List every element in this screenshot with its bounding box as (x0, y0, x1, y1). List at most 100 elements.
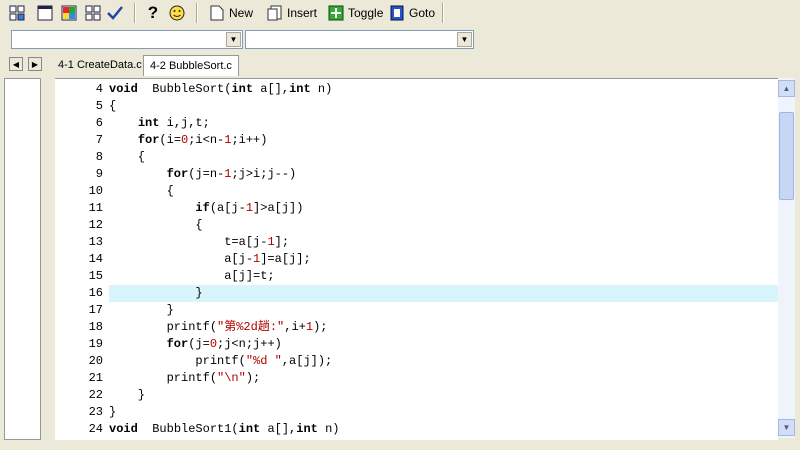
code-line[interactable]: 4 void BubbleSort(int a[],int n) (55, 81, 778, 98)
code-text: { (109, 218, 203, 232)
code-text: a[j-1]=a[j]; (109, 252, 311, 266)
code-editor[interactable]: 4 void BubbleSort(int a[],int n) 5{6 int i… (55, 78, 778, 440)
code-line[interactable]: 16 } (55, 285, 778, 302)
colored-grid-icon (60, 4, 78, 22)
tab-createdata[interactable]: 4-1 CreateData.c (52, 55, 148, 75)
help-icon: ? (147, 3, 159, 22)
scroll-down-button[interactable]: ▼ (778, 419, 795, 436)
code-line[interactable]: 8 { (55, 149, 778, 166)
code-line[interactable]: 19 for(j=0;j<n;j++) (55, 336, 778, 353)
code-text: t=a[j-1]; (109, 235, 290, 249)
grid-view-button[interactable] (8, 2, 26, 24)
check-button[interactable] (106, 2, 124, 24)
line-number: 23 (88, 405, 103, 419)
code-text: } (109, 405, 117, 419)
window-button[interactable] (36, 2, 54, 24)
goto-icon (388, 4, 406, 22)
code-text: a[j]=t; (109, 269, 275, 283)
line-number: 17 (88, 303, 103, 317)
check-icon (106, 4, 124, 22)
toggle-label: Toggle (348, 6, 384, 20)
insert-icon (266, 4, 284, 22)
code-line[interactable]: 13 t=a[j-1]; (55, 234, 778, 251)
code-line[interactable]: 18 printf("第%2d趟:",i+1); (55, 319, 778, 336)
tile-icon (84, 4, 102, 22)
grid-icon (8, 4, 26, 22)
tab-label: 4-1 CreateData.c (58, 59, 142, 71)
code-text: } (109, 388, 146, 402)
left-panel (4, 78, 41, 440)
code-line[interactable]: 7 for(i=0;i<n-1;i++) (55, 132, 778, 149)
code-line[interactable]: 14 a[j-1]=a[j]; (55, 251, 778, 268)
function-select[interactable]: ▼ (245, 30, 474, 49)
tile-button[interactable] (84, 2, 102, 24)
code-text: void BubbleSort(int a[],int n) (109, 82, 333, 96)
line-number: 21 (88, 371, 103, 385)
line-number: 20 (88, 354, 103, 368)
code-line[interactable]: 12 { (55, 217, 778, 234)
tab-next-button[interactable]: ▶ (28, 57, 42, 71)
code-text: for(j=0;j<n;j++) (166, 337, 282, 351)
line-number: 22 (88, 388, 103, 402)
code-line[interactable]: 20 printf("%d ",a[j]); (55, 353, 778, 370)
line-number: 6 (95, 116, 103, 130)
new-label: New (229, 6, 254, 20)
new-button[interactable]: New (208, 2, 253, 24)
code-line[interactable]: 22 } (55, 387, 778, 404)
line-number: 7 (95, 133, 103, 147)
goto-label: Goto (409, 6, 436, 20)
line-number: 8 (95, 150, 103, 164)
code-text: int i,j,t; (137, 116, 210, 130)
vertical-scrollbar[interactable]: ▲ ▼ (778, 78, 795, 438)
scroll-up-button[interactable]: ▲ (778, 80, 795, 97)
colored-grid-button[interactable] (60, 2, 78, 24)
code-line[interactable]: 6 int i,j,t; (55, 115, 778, 132)
code-line[interactable]: 10 { (55, 183, 778, 200)
code-text: printf("\n"); (109, 371, 261, 385)
new-doc-icon (208, 4, 226, 22)
code-text: printf("%d ",a[j]); (109, 354, 333, 368)
arrow-right-icon: ▶ (31, 59, 39, 69)
tab-label: 4-2 BubbleSort.c (150, 60, 232, 72)
line-number: 16 (88, 286, 103, 300)
chevron-down-icon[interactable]: ▼ (457, 32, 472, 47)
code-text: } (109, 285, 778, 302)
code-text: for(i=0;i<n-1;i++) (137, 133, 268, 147)
code-line[interactable]: 21 printf("\n"); (55, 370, 778, 387)
tab-bubblesort[interactable]: 4-2 BubbleSort.c (143, 55, 239, 76)
line-number: 19 (88, 337, 103, 351)
code-text: void BubbleSort1(int a[],int n) (109, 422, 340, 436)
code-line[interactable]: 11 if(a[j-1]>a[j]) (55, 200, 778, 217)
line-number: 15 (88, 269, 103, 283)
toggle-button[interactable]: Toggle (327, 2, 383, 24)
line-number: 11 (88, 201, 103, 215)
code-line[interactable]: 5{ (55, 98, 778, 115)
code-line[interactable]: 17 } (55, 302, 778, 319)
combo-row: ▼ ▼ (0, 26, 800, 54)
line-number: 4 (95, 82, 103, 96)
line-number: 10 (88, 184, 103, 198)
scope-select[interactable]: ▼ (11, 30, 243, 49)
line-number: 24 (88, 422, 103, 436)
smiley-button[interactable] (168, 2, 186, 24)
code-text: { (109, 150, 146, 164)
help-button[interactable]: ? (144, 2, 162, 24)
toolbar: ? New Insert Toggle Goto (0, 0, 800, 26)
insert-button[interactable]: Insert (266, 2, 317, 24)
tab-bar: ◀ ▶ 4-1 CreateData.c 4-2 BubbleSort.c (0, 54, 800, 77)
insert-label: Insert (287, 6, 318, 20)
line-number: 5 (95, 99, 103, 113)
toggle-icon (327, 4, 345, 22)
code-line[interactable]: 15 a[j]=t; (55, 268, 778, 285)
arrow-left-icon: ◀ (12, 59, 20, 69)
scroll-thumb[interactable] (779, 112, 794, 200)
goto-button[interactable]: Goto (388, 2, 435, 24)
tab-prev-button[interactable]: ◀ (9, 57, 23, 71)
line-number: 9 (95, 167, 103, 181)
line-number: 14 (88, 252, 103, 266)
chevron-down-icon[interactable]: ▼ (226, 32, 241, 47)
code-line[interactable]: 23} (55, 404, 778, 421)
code-line[interactable]: 24 void BubbleSort1(int a[],int n) (55, 421, 778, 438)
code-line[interactable]: 9 for(j=n-1;j>i;j--) (55, 166, 778, 183)
code-text: { (109, 99, 117, 113)
